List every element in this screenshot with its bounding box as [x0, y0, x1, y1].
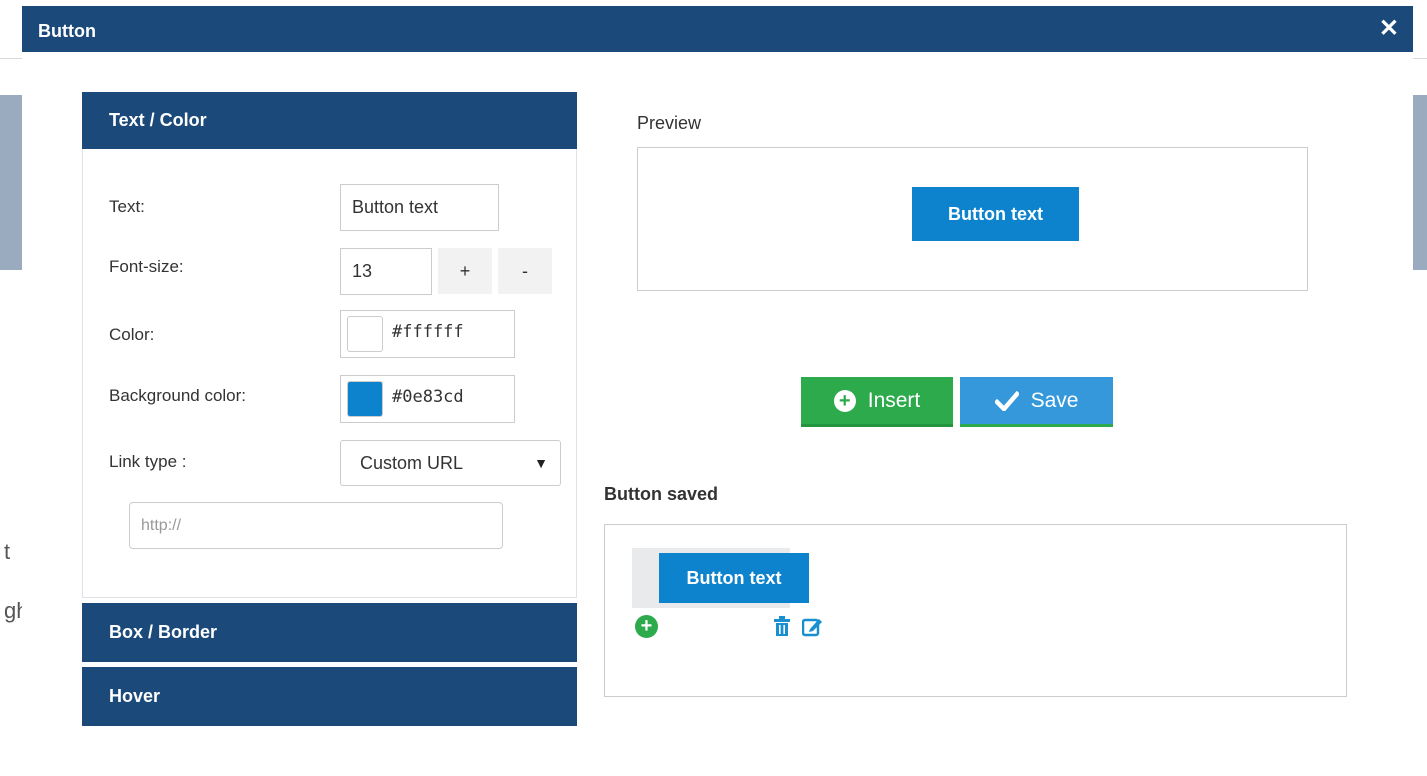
- font-size-input[interactable]: 13: [340, 248, 432, 295]
- modal-header: Button ✕: [22, 6, 1413, 52]
- link-type-label: Link type :: [109, 452, 187, 471]
- close-icon[interactable]: ✕: [1379, 14, 1399, 43]
- color-hex-value: #ffffff: [392, 322, 464, 342]
- text-input[interactable]: Button text: [340, 184, 499, 231]
- saved-button[interactable]: Button text: [659, 553, 809, 603]
- background-divider-right: [1413, 58, 1427, 59]
- text-input-value: Button text: [352, 197, 439, 217]
- background-text-fragment: t: [4, 539, 11, 564]
- background-color-swatch[interactable]: [347, 381, 383, 417]
- plus-circle-icon[interactable]: +: [635, 615, 658, 638]
- font-size-label: Font-size:: [109, 257, 184, 276]
- caret-down-icon: ▼: [534, 455, 548, 471]
- background-color-hex-value: #0e83cd: [392, 387, 464, 407]
- color-swatch[interactable]: [347, 316, 383, 352]
- preview-label: Preview: [637, 113, 702, 133]
- url-input-placeholder: http://: [141, 516, 182, 534]
- insert-button[interactable]: + Insert: [801, 377, 953, 427]
- saved-section-title: Button saved: [604, 484, 719, 504]
- background-banner-left: [0, 95, 22, 270]
- background-divider-left: [0, 58, 22, 59]
- accordion-title: Hover: [109, 686, 161, 706]
- accordion-title: Text / Color: [109, 110, 207, 130]
- save-button-label: Save: [1030, 388, 1079, 412]
- accordion-text-color-header[interactable]: Text / Color: [82, 92, 577, 149]
- insert-button-label: Insert: [867, 388, 921, 412]
- text-label: Text:: [109, 197, 145, 216]
- background-text-fragment: gh: [4, 598, 22, 623]
- link-type-select[interactable]: Custom URL ▼: [340, 440, 561, 486]
- link-type-value: Custom URL: [360, 452, 464, 473]
- plus-circle-icon: +: [833, 389, 856, 412]
- color-label: Color:: [109, 325, 155, 344]
- font-size-decrease-button[interactable]: -: [498, 248, 552, 294]
- preview-button[interactable]: Button text: [912, 187, 1079, 241]
- accordion-hover-header[interactable]: Hover: [82, 667, 577, 726]
- trash-icon[interactable]: [772, 616, 792, 638]
- background-banner-right: [1413, 95, 1427, 270]
- accordion-title: Box / Border: [109, 622, 218, 642]
- accordion-box-border-header[interactable]: Box / Border: [82, 603, 577, 662]
- save-button[interactable]: Save: [960, 377, 1113, 427]
- url-input[interactable]: http://: [129, 502, 503, 549]
- modal-title: Button: [38, 21, 96, 41]
- font-size-value: 13: [352, 261, 373, 281]
- edit-icon[interactable]: [802, 616, 822, 638]
- font-size-increase-button[interactable]: +: [438, 248, 492, 294]
- background-color-label: Background color:: [109, 386, 247, 405]
- check-icon: [994, 390, 1019, 411]
